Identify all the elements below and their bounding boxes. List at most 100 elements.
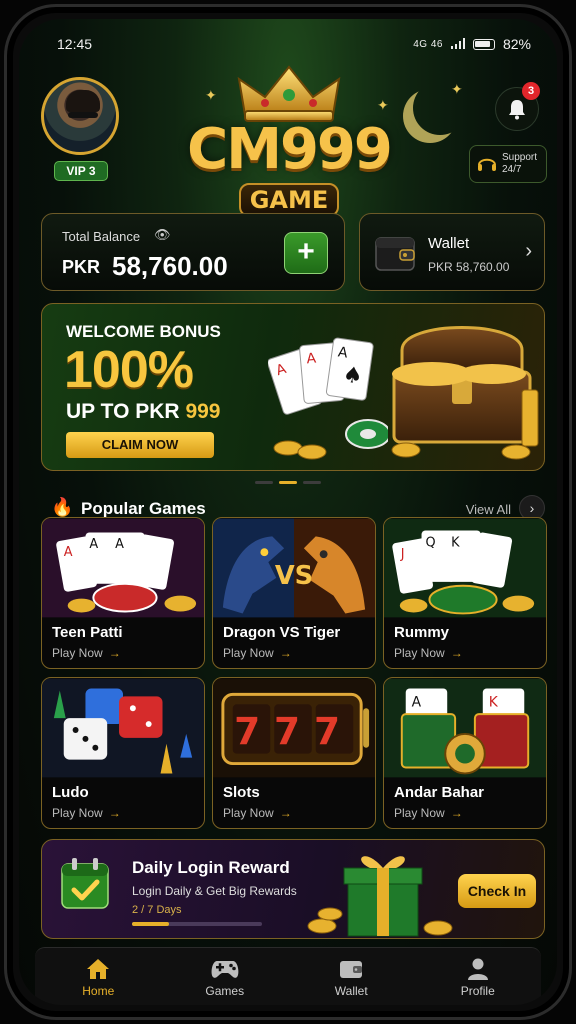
rummy-art: J Q K — [384, 518, 546, 618]
play-now-link[interactable]: Play Now → — [223, 646, 292, 660]
nav-item-games[interactable]: Games — [162, 948, 289, 1005]
svg-text:A: A — [64, 545, 73, 560]
balance-amount: 58,760.00 — [112, 251, 228, 281]
notification-badge: 3 — [522, 82, 540, 100]
status-right: 4G 46 82% — [413, 36, 531, 52]
banner-offer-value: 999 — [185, 400, 221, 423]
svg-text:K: K — [451, 535, 460, 550]
headset-icon — [478, 158, 496, 171]
pagination-dot-active[interactable] — [279, 481, 297, 484]
bell-icon — [509, 100, 525, 120]
play-now-link[interactable]: Play Now → — [52, 806, 121, 820]
game-card-dragon-vs-tiger[interactable]: VS Dragon VS Tiger Play Now → — [212, 517, 376, 669]
svg-text:J: J — [400, 547, 405, 562]
claim-now-button[interactable]: CLAIM NOW — [66, 432, 214, 458]
pagination-dot[interactable] — [255, 481, 273, 484]
daily-progress-bar — [132, 922, 262, 926]
support-label: Support — [502, 152, 538, 163]
play-now-link[interactable]: Play Now → — [52, 646, 121, 660]
svg-text:A: A — [306, 350, 317, 367]
svg-text:A: A — [89, 537, 98, 552]
banner-offer: UP TO PKR 999 — [66, 400, 220, 424]
coins-icon — [273, 419, 388, 460]
logo-subtitle: GAME — [239, 183, 339, 217]
play-now-link[interactable]: Play Now → — [394, 646, 463, 660]
game-card-andar-bahar[interactable]: A K Andar Bahar Play Now → — [383, 677, 547, 829]
game-name: Slots — [223, 784, 260, 801]
check-in-button[interactable]: Check In — [458, 874, 536, 908]
profile-block[interactable]: VIP 3 — [41, 77, 121, 181]
crescent-moon-icon — [413, 81, 467, 135]
view-all-link[interactable]: View All — [466, 502, 511, 517]
support-button[interactable]: Support 24/7 — [469, 145, 547, 183]
daily-progress-text: 2 / 7 Days — [132, 904, 182, 916]
game-name: Andar Bahar — [394, 784, 485, 801]
slots-digits: 777 — [234, 709, 354, 753]
arrow-right-icon: → — [108, 806, 121, 820]
banner-offer-prefix: UP TO PKR — [66, 400, 180, 423]
balance-currency: PKR — [62, 257, 101, 277]
play-now-link[interactable]: Play Now → — [223, 806, 292, 820]
chevron-right-icon: › — [525, 240, 532, 262]
crown-icon — [237, 65, 341, 122]
avatar[interactable] — [41, 77, 119, 155]
game-name: Teen Patti — [52, 624, 123, 641]
banner-pagination[interactable] — [255, 481, 321, 484]
game-card-ludo[interactable]: Ludo Play Now → — [41, 677, 205, 829]
wallet-icon — [375, 237, 415, 271]
fire-icon: 🔥 — [51, 497, 74, 517]
game-card-rummy[interactable]: J Q K Rummy Play Now → — [383, 517, 547, 669]
nav-label: Home — [82, 984, 115, 998]
status-bar: 12:45 4G 46 82% — [19, 33, 557, 57]
arrow-right-icon: → — [279, 646, 292, 660]
wallet-icon — [340, 961, 363, 978]
welcome-bonus-banner[interactable]: WELCOME BONUS 100% UP TO PKR 999 CLAIM N… — [41, 303, 545, 471]
status-time: 12:45 — [57, 36, 93, 52]
ludo-art — [42, 678, 204, 778]
gift-box-icon — [307, 856, 453, 937]
notification-button[interactable]: 3 — [495, 82, 540, 131]
play-now-label: Play Now — [52, 646, 103, 660]
game-card-slots[interactable]: 777 Slots Play Now → — [212, 677, 376, 829]
play-now-label: Play Now — [394, 806, 445, 820]
add-funds-button[interactable]: + — [284, 232, 328, 274]
calendar-check-icon — [61, 858, 109, 909]
play-now-label: Play Now — [394, 646, 445, 660]
bottom-navigation: Home Games Wallet Profile — [35, 947, 541, 1005]
play-now-label: Play Now — [52, 806, 103, 820]
slots-art: 777 — [213, 678, 375, 778]
nav-item-wallet[interactable]: Wallet — [288, 948, 415, 1005]
game-name: Ludo — [52, 784, 89, 801]
dragon-vs-tiger-art: VS — [213, 518, 375, 618]
network-indicator: 4G 46 — [413, 38, 443, 50]
daily-login-reward-card[interactable]: Daily Login Reward Login Daily & Get Big… — [41, 839, 545, 939]
play-now-link[interactable]: Play Now → — [394, 806, 463, 820]
wallet-amount: PKR 58,760.00 — [428, 260, 510, 274]
nav-item-profile[interactable]: Profile — [415, 948, 542, 1005]
game-card-teen-patti[interactable]: A A A Teen Patti Play Now → — [41, 517, 205, 669]
vip-badge: VIP 3 — [54, 161, 108, 181]
eye-icon[interactable]: 👁 — [154, 227, 171, 243]
phone-frame: 12:45 4G 46 82% VIP 3 ✦ ✦ ✦ CM999 GAME 3… — [4, 4, 572, 1020]
daily-progress-fill — [132, 922, 170, 926]
pagination-dot[interactable] — [303, 481, 321, 484]
nav-label: Profile — [460, 984, 495, 998]
daily-title: Daily Login Reward — [132, 858, 290, 877]
teen-patti-art: A A A — [42, 518, 204, 618]
svg-text:Q: Q — [425, 535, 435, 550]
support-hours: 24/7 — [502, 164, 522, 175]
brand-logo: CM999 GAME — [169, 65, 409, 225]
wallet-card[interactable]: Wallet PKR 58,760.00 › — [359, 213, 545, 291]
arrow-right-icon: → — [450, 806, 463, 820]
gamepad-icon — [211, 961, 239, 978]
home-icon — [87, 959, 110, 979]
svg-text:K: K — [489, 694, 499, 710]
nav-label: Wallet — [334, 984, 368, 998]
svg-text:♠: ♠ — [341, 362, 364, 390]
svg-text:A: A — [412, 694, 422, 710]
nav-item-home[interactable]: Home — [35, 948, 162, 1005]
profile-icon — [467, 958, 488, 980]
arrow-right-icon: → — [450, 646, 463, 660]
banner-percent: 100% — [64, 341, 194, 399]
wallet-title: Wallet — [428, 235, 470, 252]
